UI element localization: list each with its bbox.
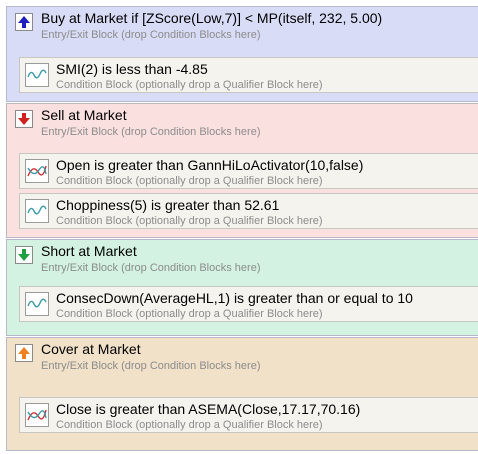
arrow-down-icon (15, 110, 33, 128)
condition-block[interactable]: Open is greater than GannHiLoActivator(1… (19, 153, 478, 189)
condition-block[interactable]: SMI(2) is less than -4.85 Condition Bloc… (19, 57, 478, 93)
condition-subtitle: Condition Block (optionally drop a Quali… (56, 308, 323, 320)
crossing-lines-icon (25, 403, 49, 427)
condition-block[interactable]: Close is greater than ASEMA(Close,17.17,… (19, 397, 478, 433)
condition-subtitle: Condition Block (optionally drop a Quali… (56, 79, 323, 91)
block-title: Short at Market (41, 243, 137, 259)
arrow-down-icon (15, 246, 33, 264)
condition-title: SMI(2) is less than -4.85 (56, 61, 208, 77)
entry-block-short[interactable]: Short at Market Entry/Exit Block (drop C… (6, 239, 478, 336)
condition-subtitle: Condition Block (optionally drop a Quali… (56, 175, 323, 187)
condition-block[interactable]: ConsecDown(AverageHL,1) is greater than … (19, 286, 478, 322)
condition-subtitle: Condition Block (optionally drop a Quali… (56, 419, 323, 431)
block-title: Buy at Market if [ZScore(Low,7)] < MP(it… (41, 10, 383, 26)
block-title: Cover at Market (41, 341, 141, 357)
condition-subtitle: Condition Block (optionally drop a Quali… (56, 215, 323, 227)
block-header: Sell at Market Entry/Exit Block (drop Co… (7, 104, 478, 142)
block-header: Cover at Market Entry/Exit Block (drop C… (7, 338, 478, 376)
block-subtitle: Entry/Exit Block (drop Condition Blocks … (41, 360, 261, 372)
entry-block-sell[interactable]: Sell at Market Entry/Exit Block (drop Co… (6, 103, 478, 238)
condition-title: Close is greater than ASEMA(Close,17.17,… (56, 401, 361, 417)
arrow-up-icon (15, 344, 33, 362)
wave-icon (25, 292, 49, 316)
strategy-block-list: Buy at Market if [ZScore(Low,7)] < MP(it… (0, 0, 478, 454)
wave-icon (25, 63, 49, 87)
block-subtitle: Entry/Exit Block (drop Condition Blocks … (41, 126, 261, 138)
entry-block-cover[interactable]: Cover at Market Entry/Exit Block (drop C… (6, 337, 478, 451)
condition-title: ConsecDown(AverageHL,1) is greater than … (56, 290, 413, 306)
condition-title: Choppiness(5) is greater than 52.61 (56, 197, 280, 213)
block-subtitle: Entry/Exit Block (drop Condition Blocks … (41, 29, 261, 41)
block-subtitle: Entry/Exit Block (drop Condition Blocks … (41, 262, 261, 274)
arrow-up-icon (15, 13, 33, 31)
block-header: Buy at Market if [ZScore(Low,7)] < MP(it… (7, 7, 478, 45)
block-title: Sell at Market (41, 107, 127, 123)
entry-block-buy[interactable]: Buy at Market if [ZScore(Low,7)] < MP(it… (6, 6, 478, 102)
wave-icon (25, 199, 49, 223)
condition-block[interactable]: Choppiness(5) is greater than 52.61 Cond… (19, 193, 478, 229)
block-header: Short at Market Entry/Exit Block (drop C… (7, 240, 478, 278)
condition-title: Open is greater than GannHiLoActivator(1… (56, 157, 364, 173)
crossing-lines-icon (25, 159, 49, 183)
